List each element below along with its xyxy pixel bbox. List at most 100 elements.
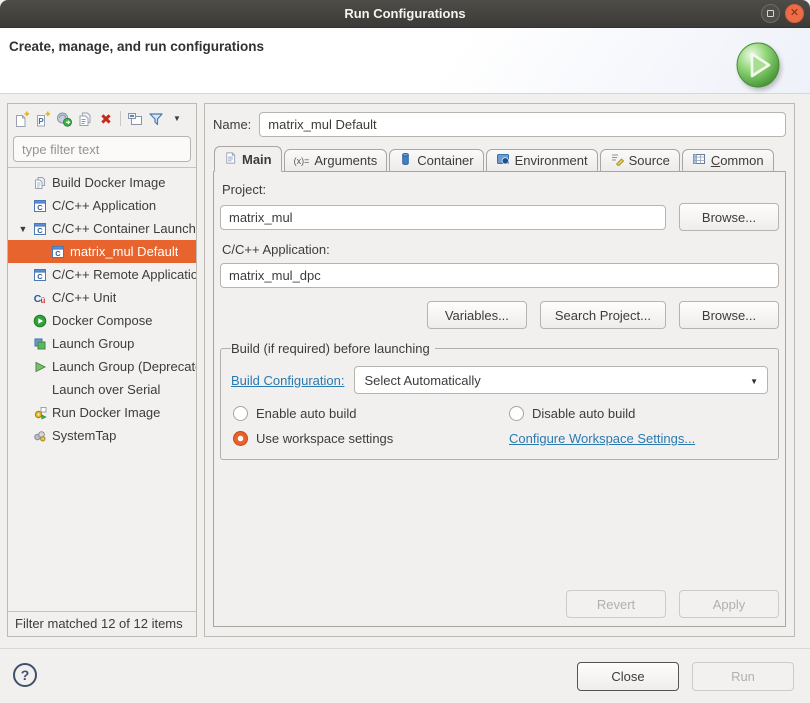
launch-config-tree: Build Docker Image C C/C++ Application ▼… xyxy=(8,167,196,611)
dialog-header: Create, manage, and run configurations xyxy=(0,28,810,94)
footer-buttons: Close Run xyxy=(577,662,794,691)
revert-apply-row: Revert Apply xyxy=(220,578,779,618)
new-prototype-icon[interactable]: P xyxy=(34,110,52,128)
arguments-tab-icon: (x)= xyxy=(294,156,310,166)
config-tabs: Main (x)= Arguments Container Environmen… xyxy=(213,146,786,172)
launch-config-sidebar: P ✖ ▼ Build Docker Image C xyxy=(7,103,197,637)
svg-text:C: C xyxy=(37,272,43,281)
c-app-icon: C xyxy=(32,267,48,282)
toolbar-menu-dropdown-icon[interactable]: ▼ xyxy=(168,110,186,128)
tree-item-c-unit[interactable]: Cü C/C++ Unit xyxy=(8,286,196,309)
tree-item-matrix-mul-default[interactable]: C matrix_mul Default xyxy=(8,240,196,263)
docker-compose-icon xyxy=(32,313,48,328)
docker-build-icon xyxy=(32,175,48,190)
tree-item-docker-compose[interactable]: Docker Compose xyxy=(8,309,196,332)
svg-text:C: C xyxy=(37,226,43,235)
tree-item-launch-over-serial[interactable]: Launch over Serial xyxy=(8,378,196,401)
filter-input[interactable] xyxy=(13,136,191,162)
radio-unchecked-icon[interactable] xyxy=(509,406,524,421)
main-tab-icon xyxy=(224,151,237,168)
search-project-button[interactable]: Search Project... xyxy=(540,301,666,329)
build-configuration-select[interactable]: Select Automatically ▼ xyxy=(354,366,768,394)
run-button[interactable]: Run xyxy=(692,662,794,691)
name-row: Name: xyxy=(213,112,786,137)
tab-source[interactable]: Source xyxy=(600,149,680,172)
tree-item-label: Docker Compose xyxy=(52,313,152,328)
svg-text:C: C xyxy=(55,249,61,258)
tree-item-label: C/C++ Container Launcher xyxy=(52,221,196,236)
tab-environment[interactable]: Environment xyxy=(486,149,598,172)
radio-label: Disable auto build xyxy=(532,406,635,421)
radio-label: Use workspace settings xyxy=(256,431,393,446)
launch-group-icon xyxy=(32,336,48,351)
systemtap-icon xyxy=(32,428,48,443)
tree-item-launch-group-deprecated[interactable]: Launch Group (Deprecated) xyxy=(8,355,196,378)
tree-item-label: Launch Group (Deprecated) xyxy=(52,359,196,374)
revert-button[interactable]: Revert xyxy=(566,590,666,618)
delete-glyph: ✖ xyxy=(100,112,112,126)
tree-item-label: SystemTap xyxy=(52,428,116,443)
tree-item-label: C/C++ Unit xyxy=(52,290,116,305)
dialog-footer: ? Close Run xyxy=(0,648,810,703)
project-input[interactable] xyxy=(220,205,666,230)
close-button[interactable]: Close xyxy=(577,662,679,691)
tree-item-c-application[interactable]: C C/C++ Application xyxy=(8,194,196,217)
use-workspace-settings-option[interactable]: Use workspace settings xyxy=(233,431,509,446)
configure-workspace-settings: Configure Workspace Settings... xyxy=(509,431,768,446)
tab-label: Environment xyxy=(515,153,588,168)
new-launch-configuration-icon[interactable] xyxy=(13,110,31,128)
enable-auto-build-option[interactable]: Enable auto build xyxy=(233,406,509,421)
run-docker-icon xyxy=(32,405,48,420)
expanded-caret-icon[interactable]: ▼ xyxy=(14,224,32,234)
svg-text:ü: ü xyxy=(41,296,46,305)
tab-label: Main xyxy=(242,152,272,167)
chevron-down-icon: ▼ xyxy=(750,377,758,386)
tree-item-c-container-launcher[interactable]: ▼ C C/C++ Container Launcher xyxy=(8,217,196,240)
sidebar-toolbar: P ✖ ▼ xyxy=(8,104,196,131)
tree-item-run-docker-image[interactable]: Run Docker Image xyxy=(8,401,196,424)
tab-arguments[interactable]: (x)= Arguments xyxy=(284,149,388,172)
tab-container[interactable]: Container xyxy=(389,149,483,172)
auto-build-options: Enable auto build Disable auto build Use… xyxy=(231,406,768,446)
tree-item-label: Run Docker Image xyxy=(52,405,160,420)
c-app-icon: C xyxy=(32,221,48,236)
filter-icon[interactable] xyxy=(147,110,165,128)
toolbar-separator xyxy=(120,111,121,126)
collapse-all-icon[interactable] xyxy=(126,110,144,128)
duplicate-launch-configuration-icon[interactable] xyxy=(76,110,94,128)
restore-button[interactable] xyxy=(761,4,780,23)
tree-item-launch-group[interactable]: Launch Group xyxy=(8,332,196,355)
name-input[interactable] xyxy=(259,112,786,137)
radio-checked-icon[interactable] xyxy=(233,431,248,446)
tree-item-build-docker-image[interactable]: Build Docker Image xyxy=(8,171,196,194)
help-icon: ? xyxy=(21,667,30,683)
tab-label: Common xyxy=(711,153,764,168)
delete-launch-configuration-icon[interactable]: ✖ xyxy=(97,110,115,128)
browse-application-button[interactable]: Browse... xyxy=(679,301,779,329)
tab-main[interactable]: Main xyxy=(214,146,282,172)
tree-item-c-remote-application[interactable]: C C/C++ Remote Application xyxy=(8,263,196,286)
tree-item-systemtap[interactable]: SystemTap xyxy=(8,424,196,447)
disable-auto-build-option[interactable]: Disable auto build xyxy=(509,406,768,421)
export-launch-configuration-icon[interactable] xyxy=(55,110,73,128)
svg-text:P: P xyxy=(38,117,44,126)
tree-item-label: Launch over Serial xyxy=(52,382,160,397)
build-configuration-link[interactable]: Build Configuration: xyxy=(231,373,344,388)
c-app-icon: C xyxy=(32,198,48,213)
common-tab-icon xyxy=(692,152,706,169)
application-input[interactable] xyxy=(220,263,779,288)
build-before-launch-group: Build (if required) before launching Bui… xyxy=(220,341,779,460)
browse-project-button[interactable]: Browse... xyxy=(679,203,779,231)
tab-label: Arguments xyxy=(314,153,377,168)
tree-item-label: Launch Group xyxy=(52,336,134,351)
c-app-icon: C xyxy=(50,244,66,259)
filter-status-text: Filter matched 12 of 12 items xyxy=(8,611,196,636)
variables-button[interactable]: Variables... xyxy=(427,301,527,329)
radio-unchecked-icon[interactable] xyxy=(233,406,248,421)
run-configurations-icon xyxy=(736,41,782,92)
close-window-button[interactable]: ✕ xyxy=(785,4,804,23)
configure-workspace-settings-link[interactable]: Configure Workspace Settings... xyxy=(509,431,695,446)
help-button[interactable]: ? xyxy=(13,663,37,687)
tab-common[interactable]: Common xyxy=(682,149,774,172)
apply-button[interactable]: Apply xyxy=(679,590,779,618)
